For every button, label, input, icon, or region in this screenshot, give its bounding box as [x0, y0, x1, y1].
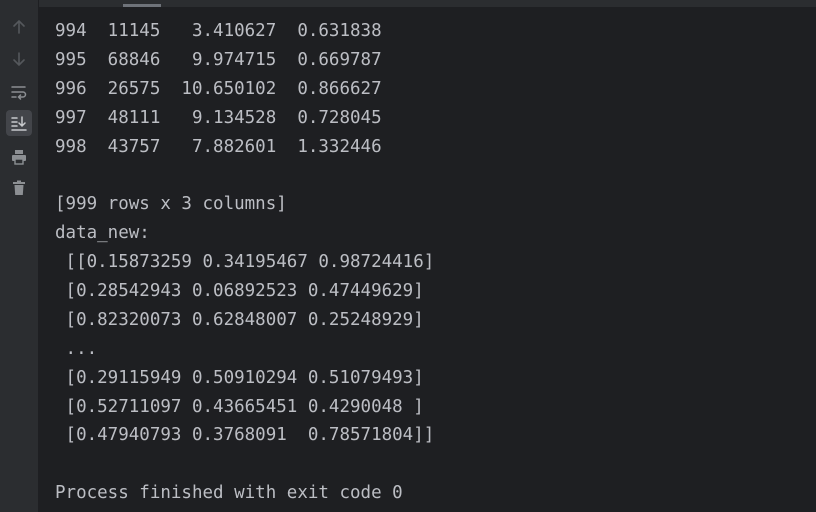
print-icon	[12, 150, 26, 165]
soft-wrap-button[interactable]	[6, 79, 32, 105]
exit-message: Process finished with exit code 0	[55, 483, 403, 504]
array-line: [0.52711097 0.43665451 0.4290048 ]	[55, 396, 424, 417]
console-text: 994 11145 3.410627 0.631838 995 68846 9.9…	[55, 17, 434, 508]
arrow-down-icon	[13, 52, 25, 67]
dataframe-row: 996 26575 10.650102 0.866627	[55, 78, 382, 99]
console-output-area[interactable]: ... ... ... ... 994 11145 3.410627 0.631…	[39, 0, 816, 512]
run-console-window: ... ... ... ... 994 11145 3.410627 0.631…	[0, 0, 816, 512]
array-line: [[0.15873259 0.34195467 0.98724416]	[55, 252, 435, 273]
dataframe-row: 997 48111 9.134528 0.728045	[55, 107, 382, 128]
down-stack-trace-button[interactable]	[6, 46, 32, 72]
array-line: [0.82320073 0.62848007 0.25248929]	[55, 309, 424, 330]
dataframe-row: 998 43757 7.882601 1.332446	[55, 136, 382, 157]
scroll-to-end-icon	[11, 116, 27, 131]
soft-wrap-icon	[11, 86, 27, 100]
dataframe-row: 995 68846 9.974715 0.669787	[55, 49, 382, 70]
array-ellipsis: ...	[55, 338, 98, 359]
array-label: data_new:	[55, 223, 150, 244]
cut-off-row: ... ... ... ...	[55, 0, 371, 7]
dataframe-row: 994 11145 3.410627 0.631838	[55, 21, 382, 41]
scroll-to-end-button[interactable]	[6, 110, 32, 136]
trash-icon	[13, 180, 25, 195]
console-toolbar	[0, 0, 39, 512]
dataframe-summary: [999 rows x 3 columns]	[55, 194, 287, 215]
array-line: [0.29115949 0.50910294 0.51079493]	[55, 367, 424, 388]
arrow-up-icon	[13, 19, 25, 34]
array-line: [0.28542943 0.06892523 0.47449629]	[55, 281, 424, 302]
clear-all-button[interactable]	[6, 175, 32, 201]
array-line: [0.47940793 0.3768091 0.78571804]]	[55, 425, 435, 446]
print-button[interactable]	[6, 144, 32, 170]
up-stack-trace-button[interactable]	[6, 14, 32, 40]
